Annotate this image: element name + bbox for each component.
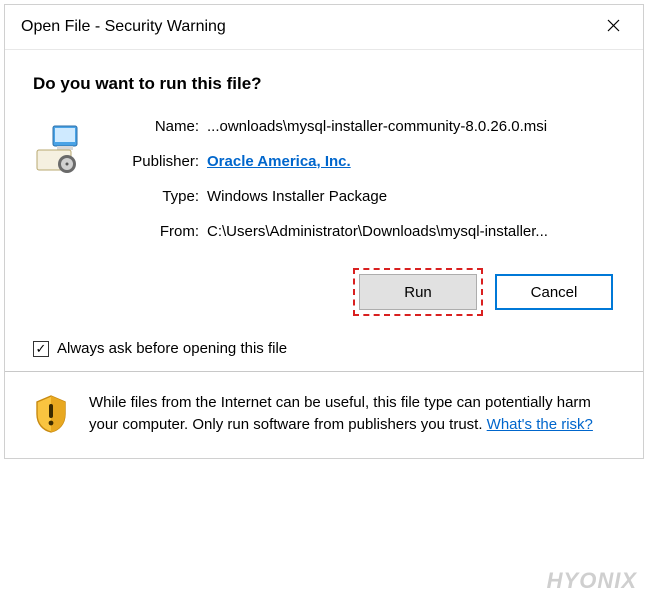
close-button[interactable]: [595, 13, 631, 41]
type-label: Type:: [109, 188, 199, 205]
close-icon: [607, 19, 620, 36]
name-value: ...ownloads\mysql-installer-community-8.…: [207, 118, 615, 135]
whats-the-risk-link[interactable]: What's the risk?: [487, 416, 593, 433]
footer-warning: While files from the Internet can be use…: [5, 371, 643, 458]
installer-icon: [33, 122, 85, 174]
footer-text: While files from the Internet can be use…: [89, 392, 615, 436]
run-highlight: Run: [359, 274, 477, 310]
heading: Do you want to run this file?: [33, 74, 615, 94]
name-label: Name:: [109, 118, 199, 135]
run-button[interactable]: Run: [359, 274, 477, 310]
publisher-label: Publisher:: [109, 153, 199, 170]
security-warning-dialog: Open File - Security Warning Do you want…: [4, 4, 644, 459]
file-info-section: Name: ...ownloads\mysql-installer-commun…: [33, 118, 615, 240]
action-buttons: Run Cancel: [33, 274, 615, 310]
dialog-content: Do you want to run this file? Name: ...o…: [5, 50, 643, 371]
type-value: Windows Installer Package: [207, 188, 615, 205]
always-ask-label[interactable]: Always ask before opening this file: [57, 340, 287, 357]
from-label: From:: [109, 223, 199, 240]
cancel-button[interactable]: Cancel: [495, 274, 613, 310]
window-title: Open File - Security Warning: [21, 18, 226, 36]
titlebar: Open File - Security Warning: [5, 5, 643, 50]
always-ask-row: ✓ Always ask before opening this file: [33, 340, 615, 357]
shield-icon: [33, 394, 69, 434]
from-value: C:\Users\Administrator\Downloads\mysql-i…: [207, 223, 615, 240]
always-ask-checkbox[interactable]: ✓: [33, 341, 49, 357]
publisher-link[interactable]: Oracle America, Inc.: [207, 153, 351, 170]
watermark: HYONIX: [547, 568, 637, 594]
file-info-grid: Name: ...ownloads\mysql-installer-commun…: [109, 118, 615, 240]
